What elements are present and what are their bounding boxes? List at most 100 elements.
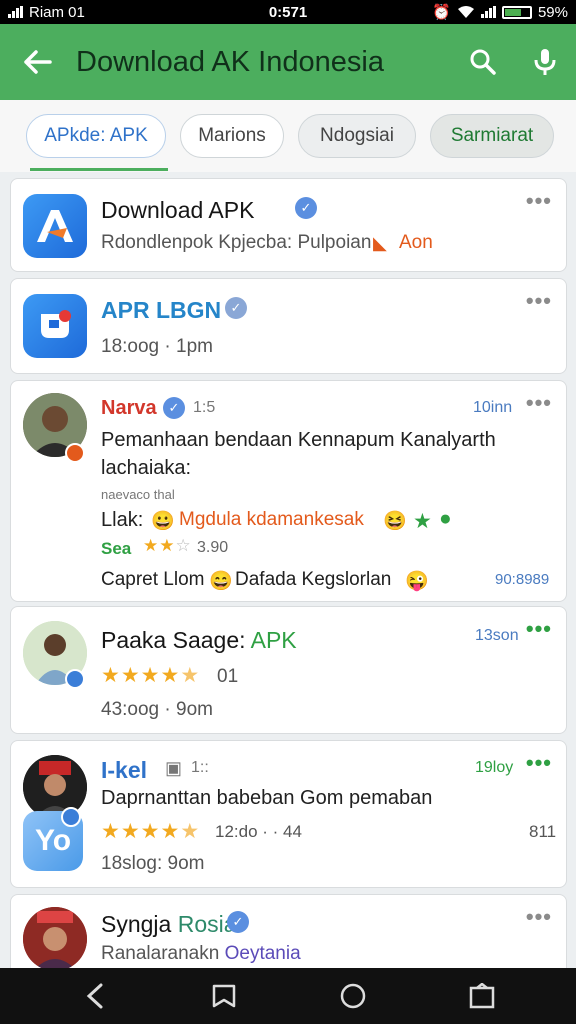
search-icon [470,49,496,75]
author-name: Syngja Rosia [101,911,237,937]
recents-icon [469,983,494,1009]
post-subtitle: Ranalaranakn Oeytania [101,943,301,964]
list-item-ikel[interactable]: Yo I-kel ▣ 1:: 19loy ••• Daprnanttan bab… [10,740,567,888]
post-meta: 1:5 [193,399,216,416]
list-item-narva[interactable]: Narva ✓ 1:5 10inn ••• Pemanhaan bendaan … [10,380,567,602]
rating-stars: ★★☆ [143,536,192,555]
person-photo [23,907,87,971]
chip-apkde[interactable]: APkde: APK [26,114,166,158]
list-item-paaka-saage[interactable]: Paaka Saage: APK 13son ••• ★★★★★ 01 43:o… [10,606,567,734]
mic-button[interactable] [514,24,576,100]
post-line-1: Daprnanttan babeban Gom pemaban [101,787,433,809]
app-bar: Download AK Indonesia [0,24,576,100]
post-small-text: naevaco thal [101,487,175,502]
app-subtitle: Rdondlenpok Kpjecba: Pulpoian [101,232,372,253]
more-options-icon[interactable]: ••• [526,392,552,414]
apk-logo-icon [37,210,73,242]
filter-chips: APkde: APK Marions Ndogsiai Sarmiarat [0,100,576,172]
arrow-left-icon [24,50,52,74]
rating-stars: ★★★★★ [101,820,201,843]
leaf-icon: ● [439,507,452,530]
bookmark-icon [212,984,235,1008]
chip-marions[interactable]: Marions [180,114,284,158]
avatar [23,907,87,971]
bottom-text-a: Capret Llom [101,569,205,590]
apr-logo-icon [41,310,71,338]
rating-value: 12:do · · 44 [215,822,302,841]
post-subtitle: 43:oog · 9om [101,699,213,720]
status-right: ⏰ 59% [368,3,568,22]
home-circle-icon [340,983,365,1009]
bottom-text-b: Dafada Kegslorlan [235,569,392,590]
star-icon: ★ [413,510,432,533]
rating-stars: ★★★★★ [101,664,201,687]
list-item-download-apk[interactable]: Download APK ✓ Rdondlenpok Kpjecba: Pulp… [10,178,567,272]
more-options-icon[interactable]: ••• [526,906,552,928]
yo-logo-icon: Yo [34,824,72,857]
post-time: 13son [475,627,519,644]
post-line-1: Pemanhaan bendaan Kennapum Kanalyarth [101,429,496,451]
app-name: APR LBGN [101,297,222,323]
author-name: Narva [101,397,157,419]
bottom-time: 90:8989 [495,571,550,588]
app-icon [23,294,87,358]
post-subtitle: 18slog: 9om [101,853,205,874]
verified-icon: ✓ [295,197,317,219]
carrier-label: Riam 01 [29,3,85,21]
back-icon [86,983,102,1009]
more-options-icon[interactable]: ••• [526,752,552,774]
laugh-emoji-icon: 😆 [383,511,407,532]
flame-icon: ◣ [373,233,387,253]
post-meta: 1:: [191,759,209,776]
verified-icon: ✓ [163,397,185,419]
badge-icon [65,669,85,689]
badge-icon [65,443,85,463]
alarm-icon: ⏰ [432,4,451,21]
camera-icon: ▣ [165,758,183,778]
nav-recents-button[interactable] [452,968,512,1024]
chip-sarmiarat[interactable]: Sarmiarat [430,114,554,158]
post-line-2: lachaiaka: [101,457,192,479]
rating-value: 01 [217,666,239,687]
post-time: 19loy [475,759,514,776]
more-options-icon[interactable]: ••• [526,290,552,312]
lak-text: Mgdula kdamankesak [179,509,364,530]
more-options-icon[interactable]: ••• [526,190,552,212]
nav-home-button[interactable] [323,968,383,1024]
verified-icon: ✓ [225,297,247,319]
mic-icon [534,49,556,75]
wink-emoji-icon: 😜 [405,571,429,592]
battery-icon [501,5,532,19]
page-title: Download AK Indonesia [76,45,384,78]
nav-back-button[interactable] [65,968,125,1024]
count-label: 811 [529,822,557,841]
active-tab-indicator [30,168,168,171]
post-time: 10inn [473,399,513,416]
system-nav-bar [0,968,576,1024]
verified-icon: ✓ [227,911,249,933]
badge-icon [61,807,81,827]
cell-signal-icon [480,6,496,18]
lak-label: Llak: [101,509,144,531]
author-name: I-kel [101,757,148,783]
chip-ndogsiai[interactable]: Ndogsiai [298,114,416,158]
status-bar: Riam 01 0:571 ⏰ 59% [0,0,576,24]
emoji-icon: 😄 [209,571,233,592]
more-options-icon[interactable]: ••• [526,618,552,640]
author-name: Paaka Saage: APK [101,627,297,653]
rating-prefix: Sea [101,539,132,558]
app-subtitle: 18:oog · 1pm [101,336,213,357]
app-name: Download APK [101,197,255,223]
back-button[interactable] [0,24,76,100]
nav-bookmarks-button[interactable] [194,968,254,1024]
signal-icon [8,6,23,18]
wifi-icon [457,6,474,18]
rating-value: 3.90 [197,539,229,556]
battery-percent: 59% [537,3,568,21]
search-button[interactable] [452,24,514,100]
app-tag: Aon [399,232,433,253]
status-left: Riam 01 [8,4,208,21]
smile-emoji-icon: 😀 [151,511,175,532]
list-item-apr-lbgn[interactable]: APR LBGN ✓ 18:oog · 1pm ••• [10,278,567,374]
app-icon [23,194,87,258]
